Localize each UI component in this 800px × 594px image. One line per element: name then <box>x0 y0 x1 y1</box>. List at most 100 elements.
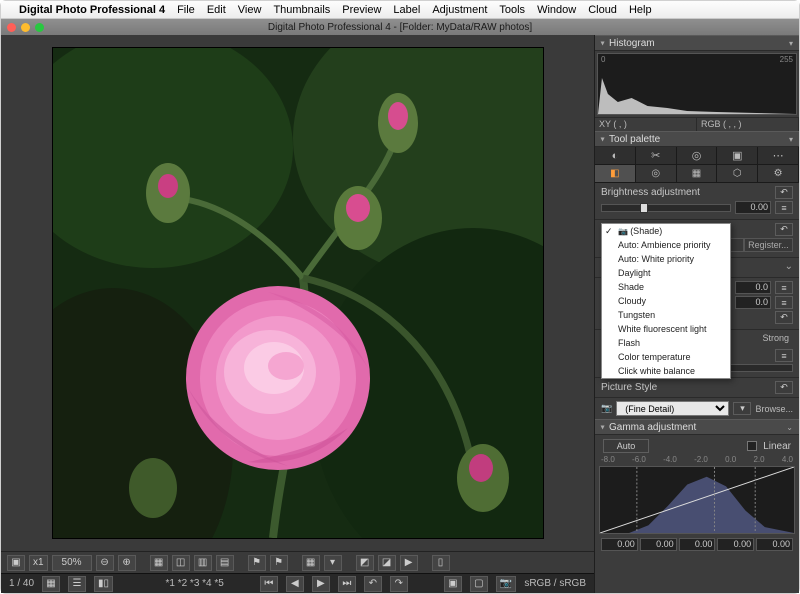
tab-dust-icon[interactable]: ▣ <box>717 147 758 164</box>
menu-cloud[interactable]: Cloud <box>588 4 617 16</box>
toolpalette-header[interactable]: Tool palette▾ <box>595 131 799 147</box>
thumb-opts-button[interactable]: ▾ <box>324 555 342 571</box>
split-button[interactable]: ◫ <box>172 555 190 571</box>
tab-lens-icon[interactable]: ◎ <box>677 147 718 164</box>
tab-adjust-icon[interactable]: ◧ <box>595 165 636 182</box>
expand-icon[interactable]: ⌄ <box>785 261 793 272</box>
chevron-down-icon: ▾ <box>789 135 793 144</box>
pin1-button[interactable]: ⚑ <box>248 555 266 571</box>
nav-prev-button[interactable]: ◀ <box>286 576 304 592</box>
menu-label[interactable]: Label <box>393 4 420 16</box>
clip2-button[interactable]: ◪ <box>378 555 396 571</box>
chevron-down-icon: ⌄ <box>786 423 793 432</box>
tab-more-icon[interactable]: ⋯ <box>758 147 799 164</box>
wb-option-fluorescent[interactable]: White fluorescent light <box>602 322 730 336</box>
wb-option-shade-current[interactable]: (Shade) <box>602 224 730 238</box>
tab-color-icon[interactable]: ▦ <box>677 165 718 182</box>
zoom-level[interactable]: 50% <box>52 555 92 571</box>
gamma-auto-button[interactable]: Auto <box>603 439 649 453</box>
wb-option-click[interactable]: Click white balance <box>602 364 730 378</box>
rotate-ccw-button[interactable]: ↶ <box>364 576 382 592</box>
pin2-button[interactable]: ⚑ <box>270 555 288 571</box>
gamma-val-3[interactable]: 0.00 <box>717 538 754 551</box>
gamma-linear-checkbox[interactable] <box>747 441 757 451</box>
wb-option-shade[interactable]: Shade <box>602 280 730 294</box>
menu-edit[interactable]: Edit <box>207 4 226 16</box>
nav-first-button[interactable]: ⏮ <box>260 576 278 592</box>
wb-option-cloudy[interactable]: Cloudy <box>602 294 730 308</box>
stepper-b[interactable]: ≡ <box>775 296 793 309</box>
view-mode-list[interactable]: ☰ <box>68 576 86 592</box>
clarity-stepper[interactable]: ≡ <box>775 349 793 362</box>
histogram-panel: 0255 <box>597 53 797 115</box>
reset-c[interactable]: ↶ <box>775 311 793 324</box>
gamma-val-4[interactable]: 0.00 <box>756 538 793 551</box>
gamma-val-0[interactable]: 0.00 <box>601 538 638 551</box>
gamma-header[interactable]: Gamma adjustment⌄ <box>595 419 799 435</box>
rotate-cw-button[interactable]: ↷ <box>390 576 408 592</box>
star-rating-row[interactable]: *1 *2 *3 *4 *5 <box>165 578 223 589</box>
zoom-out-button[interactable]: ⊖ <box>96 555 114 571</box>
menu-file[interactable]: File <box>177 4 195 16</box>
wb-option-color-temp[interactable]: Color temperature <box>602 350 730 364</box>
menu-tools[interactable]: Tools <box>499 4 525 16</box>
preview-image[interactable] <box>53 48 543 538</box>
gamma-val-2[interactable]: 0.00 <box>679 538 716 551</box>
zoom-in-button[interactable]: ⊕ <box>118 555 136 571</box>
picture-style-dropdown[interactable]: ▾ <box>733 402 751 415</box>
chevron-down-icon: ▾ <box>789 39 793 48</box>
tab-basic-icon[interactable]: ◐ <box>595 147 636 164</box>
menu-thumbnails[interactable]: Thumbnails <box>273 4 330 16</box>
menu-preview[interactable]: Preview <box>342 4 381 16</box>
wb-option-daylight[interactable]: Daylight <box>602 266 730 280</box>
clip1-button[interactable]: ◩ <box>356 555 374 571</box>
wb-register[interactable]: Register... <box>744 238 793 252</box>
brightness-value[interactable]: 0.00 <box>735 201 771 214</box>
gamma-plot[interactable] <box>599 466 795 534</box>
menu-window[interactable]: Window <box>537 4 576 16</box>
wb-option-flash[interactable]: Flash <box>602 336 730 350</box>
value-box-b[interactable]: 0.0 <box>735 296 771 309</box>
grid-button[interactable]: ▦ <box>150 555 168 571</box>
layout1-button[interactable]: ▥ <box>194 555 212 571</box>
stepper-a[interactable]: ≡ <box>775 281 793 294</box>
value-box-a[interactable]: 0.0 <box>735 281 771 294</box>
view-mode-grid[interactable]: ▦ <box>42 576 60 592</box>
gamma-val-1[interactable]: 0.00 <box>640 538 677 551</box>
wb-option-auto-white[interactable]: Auto: White priority <box>602 252 730 266</box>
brightness-stepper[interactable]: ≡ <box>775 201 793 214</box>
tab-sharp-icon[interactable]: ⬡ <box>717 165 758 182</box>
screen1-button[interactable]: ▣ <box>444 576 462 592</box>
menu-view[interactable]: View <box>238 4 262 16</box>
nav-last-button[interactable]: ⏭ <box>338 576 356 592</box>
brightness-slider[interactable] <box>601 204 731 212</box>
tab-crop-icon[interactable]: ✂ <box>636 147 677 164</box>
fit-button[interactable]: ▣ <box>7 555 25 571</box>
nav-next-button[interactable]: ▶ <box>312 576 330 592</box>
info-button[interactable]: ▯ <box>432 555 450 571</box>
wb-option-tungsten[interactable]: Tungsten <box>602 308 730 322</box>
wb-option-auto-ambience[interactable]: Auto: Ambience priority <box>602 238 730 252</box>
thumb-view-button[interactable]: ▦ <box>302 555 320 571</box>
picture-style-reset[interactable]: ↶ <box>775 381 793 394</box>
layout2-button[interactable]: ▤ <box>216 555 234 571</box>
menu-help[interactable]: Help <box>629 4 652 16</box>
picture-style-select[interactable]: (Fine Detail) <box>616 401 729 416</box>
zoom-1x-button[interactable]: x1 <box>29 555 48 571</box>
tab-settings-icon[interactable]: ⚙ <box>758 165 799 182</box>
camera-button[interactable]: 📷 <box>496 576 516 592</box>
play-button[interactable]: ▶ <box>400 555 418 571</box>
picture-style-browse[interactable]: Browse... <box>755 404 793 414</box>
histogram-header[interactable]: Histogram▾ <box>595 35 799 51</box>
view-mode-single[interactable]: ▮▯ <box>94 576 113 592</box>
tab-detail-icon[interactable]: ◎ <box>636 165 677 182</box>
picture-style-section: Picture Style ↶ <box>595 378 799 398</box>
image-canvas[interactable] <box>1 35 594 551</box>
menu-adjustment[interactable]: Adjustment <box>432 4 487 16</box>
wb-reset-button[interactable]: ↶ <box>775 223 793 236</box>
app-name[interactable]: Digital Photo Professional 4 <box>19 4 165 16</box>
picture-style-row: 📷 (Fine Detail) ▾ Browse... <box>595 398 799 419</box>
screen2-button[interactable]: ▢ <box>470 576 488 592</box>
brightness-reset-button[interactable]: ↶ <box>775 186 793 199</box>
picture-style-label: Picture Style <box>601 382 657 393</box>
